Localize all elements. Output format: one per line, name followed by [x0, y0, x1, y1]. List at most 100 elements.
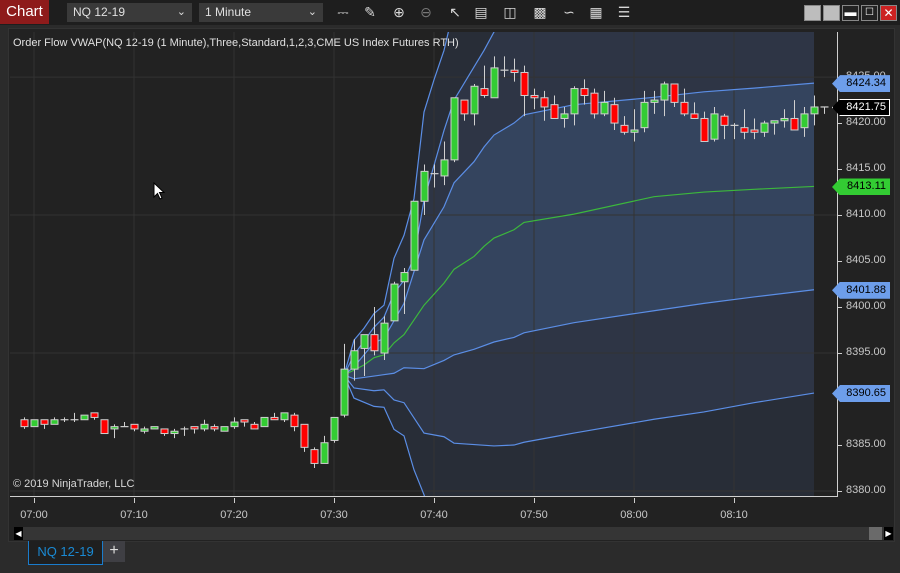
candle-up: [440, 159, 449, 177]
properties-icon[interactable]: ☰: [614, 3, 634, 22]
restore-icon[interactable]: [823, 5, 840, 21]
candle-up: [630, 129, 639, 133]
data-box-icon[interactable]: ▤: [471, 3, 491, 22]
interval-selector[interactable]: 1 Minute ⌄: [199, 3, 323, 22]
pointer-icon[interactable]: ↖: [445, 3, 465, 22]
price-tick: [838, 353, 842, 355]
close-icon[interactable]: ✕: [880, 5, 897, 21]
candle-up: [380, 322, 389, 354]
candle-up: [710, 113, 719, 140]
candle-down: [620, 124, 629, 133]
bar-type-icon[interactable]: ⎓: [333, 3, 353, 22]
candle-up: [800, 113, 809, 129]
candle-up: [400, 272, 409, 283]
indicators-icon[interactable]: ▩: [530, 3, 550, 22]
horizontal-scrollbar[interactable]: ◀ ▶: [14, 527, 893, 540]
candle-down: [690, 113, 699, 119]
candle-down: [580, 88, 589, 96]
lower-2-price-marker: 8390.65: [832, 385, 890, 403]
candle-up: [280, 412, 289, 421]
scroll-left-arrow-icon[interactable]: ◀: [14, 527, 23, 540]
candle-up: [30, 419, 39, 428]
candle-down: [790, 117, 799, 131]
candle-up: [810, 106, 819, 115]
chevron-down-icon: ⌄: [307, 6, 317, 18]
restore-icon[interactable]: [804, 5, 821, 21]
time-tick: [34, 498, 35, 503]
candle-down: [510, 69, 519, 73]
candle-down: [750, 129, 759, 133]
price-tick-label: 8415.00: [846, 162, 886, 175]
time-tick-label: 07:00: [20, 509, 48, 521]
add-tab-button[interactable]: +: [103, 541, 125, 562]
time-tick: [334, 498, 335, 503]
candle-down: [190, 426, 199, 430]
candle-up: [260, 416, 269, 428]
interval-value: 1 Minute: [205, 5, 252, 19]
candle-down: [370, 334, 379, 352]
candle-up: [390, 283, 399, 322]
candle-up: [140, 428, 149, 432]
time-tick-label: 07:40: [420, 509, 448, 521]
candle-up: [170, 430, 179, 435]
price-tick: [838, 445, 842, 447]
candle-up: [600, 101, 609, 115]
candle-down: [550, 104, 559, 119]
price-tick: [838, 491, 842, 493]
candle-up: [150, 426, 159, 430]
zoom-in-icon[interactable]: ⊕: [389, 3, 409, 22]
templates-icon[interactable]: ▦: [586, 3, 606, 22]
candle-down: [130, 423, 139, 430]
candle-down: [700, 117, 709, 142]
candle-down: [240, 419, 249, 423]
instrument-selector[interactable]: NQ 12-19 ⌄: [67, 3, 192, 22]
time-tick: [534, 498, 535, 503]
price-tick-label: 8385.00: [846, 438, 886, 451]
candle-up: [320, 442, 329, 464]
chart-trader-icon[interactable]: ◫: [500, 3, 520, 22]
candle-up: [360, 334, 369, 349]
candle-up: [650, 99, 659, 103]
candle-down: [520, 71, 529, 96]
candle-down: [310, 449, 319, 464]
instrument-value: NQ 12-19: [73, 5, 126, 19]
candle-down: [610, 104, 619, 124]
candle-up: [410, 200, 419, 271]
chart-menu-button[interactable]: Chart: [0, 0, 49, 24]
tab-nq-12-19[interactable]: NQ 12-19: [28, 541, 103, 565]
candle-down: [290, 414, 299, 428]
candle-up: [490, 67, 499, 99]
price-tick-label: 8400.00: [846, 300, 886, 313]
vwap-price-marker: 8413.11: [832, 178, 890, 196]
time-tick: [134, 498, 135, 503]
candle-down: [160, 428, 169, 435]
time-tick-label: 08:10: [720, 509, 748, 521]
strategies-icon[interactable]: ∽: [559, 3, 579, 22]
candle-up: [200, 423, 209, 430]
candle-down: [460, 99, 469, 115]
drawing-tool-icon[interactable]: ✎: [360, 3, 380, 22]
candle-up: [340, 368, 349, 416]
candle-down: [680, 101, 689, 115]
maximize-icon[interactable]: ☐: [861, 5, 878, 21]
candle-down: [90, 412, 99, 418]
minimize-icon[interactable]: ▬: [842, 5, 859, 21]
price-tick-label: 8420.00: [846, 116, 886, 129]
candle-down: [720, 115, 729, 126]
candle-up: [80, 414, 89, 421]
price-chart[interactable]: [10, 32, 838, 497]
scrollbar-thumb[interactable]: [869, 527, 882, 540]
upper-1-price-marker: 8424.34: [832, 75, 890, 93]
candle-up: [570, 88, 579, 115]
candle-down: [270, 416, 279, 421]
candle-up: [770, 120, 779, 124]
candle-down: [40, 419, 49, 425]
time-tick-label: 07:50: [520, 509, 548, 521]
chevron-down-icon: ⌄: [176, 6, 186, 18]
time-tick: [434, 498, 435, 503]
zoom-out-icon[interactable]: ⊖: [416, 3, 436, 22]
time-tick: [234, 498, 235, 503]
candle-up: [660, 83, 669, 101]
candle-up: [50, 419, 59, 425]
scroll-right-arrow-icon[interactable]: ▶: [884, 527, 893, 540]
